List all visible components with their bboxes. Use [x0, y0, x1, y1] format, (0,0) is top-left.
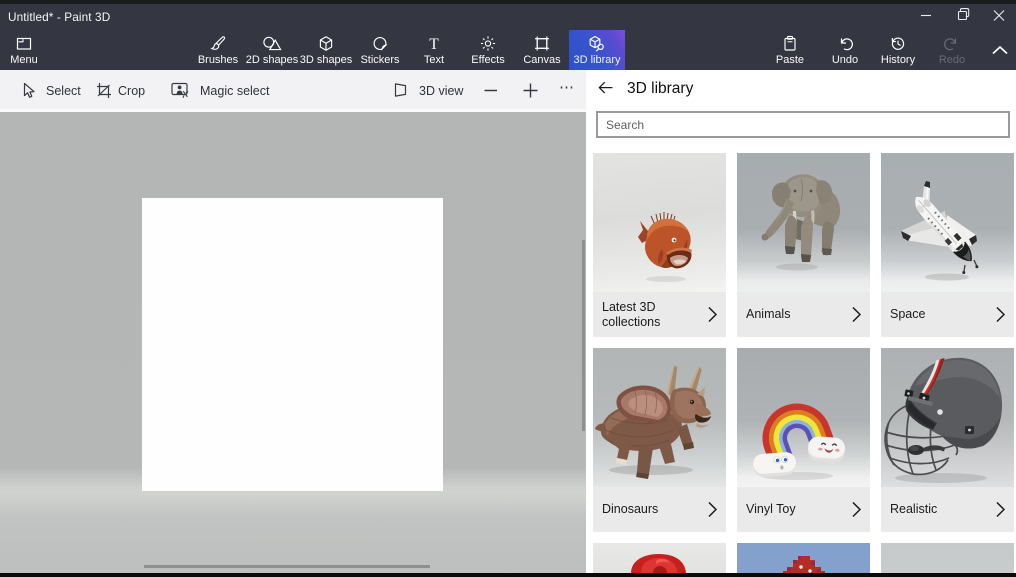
svg-text:T: T [429, 36, 439, 53]
